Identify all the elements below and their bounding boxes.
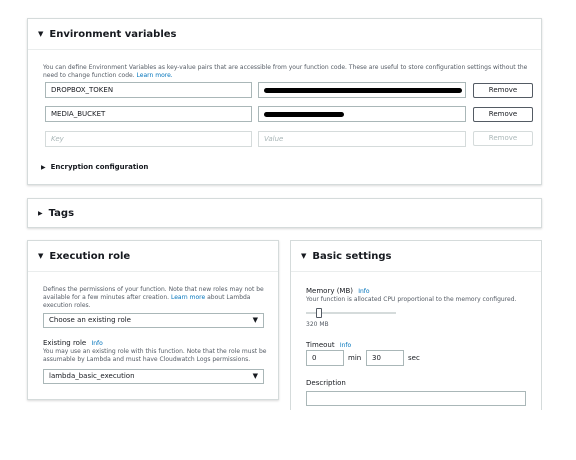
dropdown-arrow-icon: ▼	[252, 316, 258, 324]
memory-info-link[interactable]: Info	[358, 288, 369, 295]
sec-label: sec	[408, 354, 420, 362]
tags-panel: ▶ Tags	[27, 198, 542, 228]
memory-value: 320 MB	[306, 321, 329, 328]
existing-role-select[interactable]: lambda_basic_execution ▼	[43, 369, 264, 384]
basic-settings-panel: ▼ Basic settings Memory (MB) Info Your f…	[290, 240, 542, 410]
caret-down-icon: ▼	[38, 30, 44, 38]
caret-down-icon: ▼	[301, 252, 307, 260]
caret-down-icon: ▼	[38, 252, 44, 260]
min-label: min	[348, 354, 362, 362]
tags-title: Tags	[48, 207, 75, 219]
remove-button-1[interactable]: Remove	[473, 83, 533, 98]
timeout-info-link[interactable]: Info	[340, 342, 351, 349]
timeout-min-input[interactable]: 0	[306, 350, 344, 366]
memory-label: Memory (MB) Info	[306, 287, 370, 295]
caret-right-icon: ▶	[38, 209, 43, 217]
memory-slider[interactable]	[306, 308, 396, 318]
description-label: Description	[306, 379, 346, 387]
remove-button-2[interactable]: Remove	[473, 107, 533, 122]
existing-role-description: You may use an existing role with this f…	[43, 348, 267, 363]
timeout-label: Timeout Info	[306, 341, 352, 349]
description-input[interactable]	[306, 391, 526, 406]
env-key-input-new[interactable]: Key	[45, 131, 252, 147]
execution-role-description: Defines the permissions of your function…	[43, 286, 264, 309]
env-key-input-1[interactable]: DROPBOX_TOKEN	[45, 82, 252, 98]
learn-more-link[interactable]: Learn more.	[137, 72, 173, 79]
environment-variables-panel: ▼ Environment variables You can define E…	[27, 18, 542, 185]
encryption-configuration-toggle[interactable]: ▶ Encryption configuration	[41, 163, 148, 171]
existing-role-label: Existing role Info	[43, 339, 103, 347]
basic-settings-title: Basic settings	[312, 250, 392, 262]
env-key-input-2[interactable]: MEDIA_BUCKET	[45, 106, 252, 122]
environment-variables-description: You can define Environment Variables as …	[43, 64, 528, 79]
role-type-select[interactable]: Choose an existing role ▼	[43, 313, 264, 328]
environment-variables-title: Environment variables	[49, 28, 177, 40]
existing-role-info-link[interactable]: Info	[91, 340, 102, 347]
environment-variables-header[interactable]: ▼ Environment variables	[28, 19, 541, 50]
caret-right-icon: ▶	[41, 163, 46, 171]
env-value-input-new[interactable]: Value	[258, 131, 466, 147]
timeout-sec-input[interactable]: 30	[366, 350, 404, 366]
redacted-value-2	[264, 112, 344, 117]
dropdown-arrow-icon: ▼	[252, 372, 258, 380]
tags-header[interactable]: ▶ Tags	[28, 199, 541, 227]
memory-description: Your function is allocated CPU proportio…	[306, 296, 517, 303]
remove-button-new[interactable]: Remove	[473, 131, 533, 146]
execution-role-panel: ▼ Execution role Defines the permissions…	[27, 240, 279, 400]
execution-role-title: Execution role	[49, 250, 131, 262]
basic-settings-header[interactable]: ▼ Basic settings	[291, 241, 541, 272]
learn-more-link[interactable]: Learn more	[171, 294, 205, 301]
redacted-value-1	[264, 88, 462, 93]
memory-slider-handle[interactable]	[316, 308, 322, 318]
execution-role-header[interactable]: ▼ Execution role	[28, 241, 278, 272]
